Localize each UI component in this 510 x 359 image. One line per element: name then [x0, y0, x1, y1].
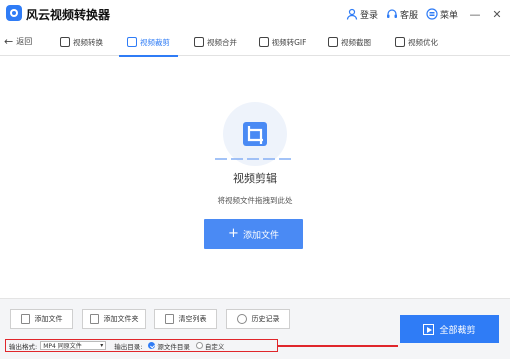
headset-icon	[386, 9, 397, 18]
titlebar-actions: 登录 客服 菜单 — ✕	[346, 5, 510, 23]
video-merge-icon	[194, 37, 204, 47]
annotation-arrow-icon	[278, 345, 398, 347]
clear-list-button[interactable]: 清空列表	[154, 309, 217, 329]
back-label: 返回	[16, 37, 33, 46]
tab-label: 视频转换	[73, 37, 103, 47]
format-value: MP4 同原文件	[43, 343, 82, 350]
title-bar: 风云视频转换器 登录 客服 菜单 — ✕	[0, 0, 510, 28]
tab-video-merge[interactable]: 视频合并	[182, 28, 249, 56]
gif-icon	[258, 37, 269, 47]
option-label: 自定义	[204, 342, 225, 351]
close-button[interactable]: ✕	[488, 5, 506, 23]
add-file-button[interactable]: + 添加文件	[204, 219, 303, 249]
tab-label: 视频裁剪	[140, 37, 170, 47]
format-label: 输出格式:	[9, 342, 38, 351]
tab-video-convert[interactable]: 视频转换	[48, 28, 115, 56]
radio-empty-icon	[195, 342, 203, 349]
dir-label: 输出目录:	[114, 342, 143, 351]
button-label: 添加文件夹	[103, 315, 139, 323]
option-label: 源文件目录	[157, 342, 190, 351]
arrow-left-icon: ←	[4, 34, 14, 48]
format-select[interactable]: MP4 同原文件 ▾	[40, 341, 107, 350]
tab-video-gif[interactable]: 视频转GIF	[249, 28, 316, 56]
dir-option-custom[interactable]: 自定义	[195, 341, 225, 351]
back-button[interactable]: ← 返回	[4, 36, 32, 47]
button-label: 添加文件	[34, 315, 63, 323]
login-label: 登录	[359, 10, 378, 21]
button-label: 历史记录	[251, 315, 280, 323]
add-folder-button[interactable]: 添加文件夹	[82, 309, 146, 329]
bottom-panel: 添加文件 添加文件夹 清空列表 历史记录 输出格式: MP4 同原文件 ▾ 输出…	[0, 298, 510, 359]
button-label: 清空列表	[178, 315, 207, 323]
tab-video-screenshot[interactable]: 视频截图	[316, 28, 383, 56]
service-button[interactable]: 客服	[386, 8, 418, 21]
user-icon	[346, 8, 358, 20]
tab-label: 视频合并	[207, 37, 237, 47]
plus-icon: +	[228, 226, 239, 241]
chevron-down-icon: ▾	[100, 342, 104, 349]
tab-bar: 视频转换 视频裁剪 视频合并 视频转GIF 视频截图 视频优化	[48, 28, 450, 57]
tab-label: 视频转GIF	[271, 37, 307, 47]
menu-icon	[426, 8, 438, 20]
minimize-button[interactable]: —	[466, 5, 484, 23]
radio-checked-icon	[148, 342, 156, 349]
menu-button[interactable]: 菜单	[426, 8, 458, 21]
output-settings: 输出格式: MP4 同原文件 ▾ 输出目录: 源文件目录 自定义	[5, 339, 278, 352]
crop-all-button[interactable]: 全部裁剪	[400, 315, 499, 343]
screenshot-icon	[328, 37, 338, 47]
drop-hint: 将视频文件拖拽到此处	[217, 196, 293, 205]
history-button[interactable]: 历史记录	[226, 309, 290, 329]
tab-label: 视频截图	[341, 37, 371, 47]
history-icon	[236, 314, 247, 324]
page-title: 视频剪辑	[233, 172, 277, 185]
add-file-label: 添加文件	[242, 230, 279, 241]
menu-label: 菜单	[439, 10, 458, 21]
crop-all-label: 全部裁剪	[439, 325, 476, 336]
service-label: 客服	[399, 10, 418, 21]
video-crop-icon	[127, 37, 137, 47]
tab-label: 视频优化	[408, 37, 438, 47]
app-logo-icon	[6, 5, 22, 21]
trash-icon	[164, 314, 174, 324]
app-title: 风云视频转换器	[26, 8, 111, 22]
optimize-icon	[395, 37, 405, 47]
drop-zone[interactable]: 视频剪辑 将视频文件拖拽到此处 + 添加文件	[0, 57, 510, 298]
tab-video-crop[interactable]: 视频裁剪	[115, 28, 182, 57]
play-icon	[423, 323, 435, 335]
add-folder-icon	[89, 314, 99, 324]
dir-option-source[interactable]: 源文件目录	[148, 341, 190, 351]
bottom-add-file-button[interactable]: 添加文件	[10, 309, 73, 329]
add-file-icon	[20, 314, 30, 324]
video-convert-icon	[60, 37, 70, 47]
tab-video-optimize[interactable]: 视频优化	[383, 28, 450, 56]
nav-bar: ← 返回 视频转换 视频裁剪 视频合并 视频转GIF 视频截图 视频优化	[0, 28, 510, 57]
login-button[interactable]: 登录	[346, 8, 378, 21]
